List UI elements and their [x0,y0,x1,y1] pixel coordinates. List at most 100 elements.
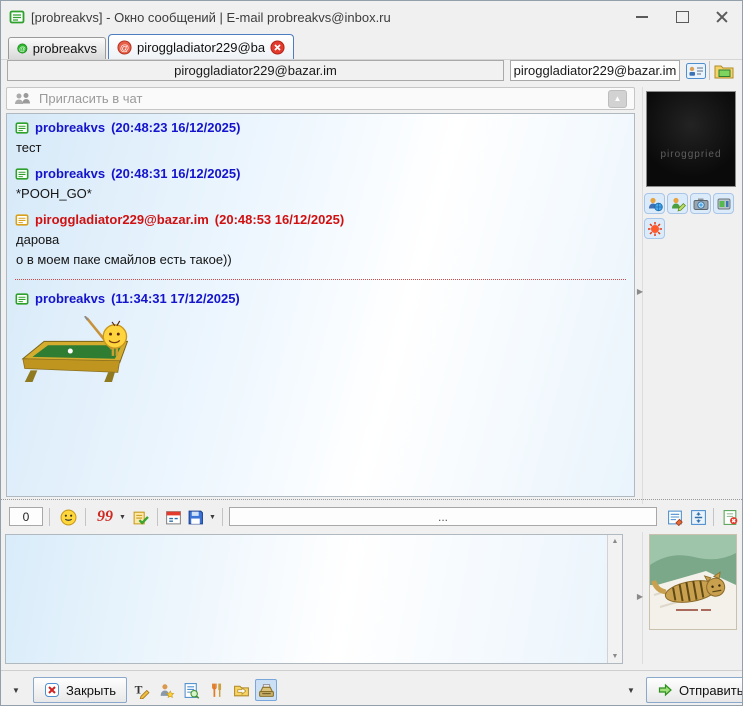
close-tab-icon[interactable] [270,39,285,55]
edit-contact-button[interactable] [667,193,688,214]
page-clear-icon [723,509,737,525]
outgoing-note-icon [15,292,29,306]
minimize-icon [636,15,648,18]
calendar-icon [165,510,181,524]
footer-tools: T [130,679,277,701]
invite-to-chat-bar[interactable]: Пригласить в чат ▲ [6,87,635,110]
message-author: probreakvs [35,120,106,135]
media-button[interactable] [713,193,734,214]
title-bar: [probreakvs] - Окно сообщений | E-mail p… [1,1,742,33]
font-icon: T [134,683,150,699]
day-separator [15,279,626,280]
tab-probreakvs[interactable]: @ probreakvs [8,37,106,59]
divider [157,508,158,526]
window-title: [probreakvs] - Окно сообщений | E-mail p… [31,9,391,25]
typewriter-icon [258,683,274,697]
message-time: (20:48:23 16/12/2025) [111,120,241,135]
folder-arrow-icon [233,685,249,696]
mood-button[interactable] [644,218,665,239]
clear-input-button[interactable] [720,507,740,527]
archive-folder-button[interactable] [230,679,252,701]
contact-actions [644,193,734,214]
smileys-button[interactable] [58,507,78,527]
send-options-dropdown[interactable]: ▼ [620,678,642,702]
history-button[interactable] [180,679,202,701]
maximize-button[interactable] [662,3,702,30]
quick-answers-box[interactable]: ... [229,507,657,526]
input-toolbar: 0 99 ▼ ▼ ... [1,504,742,532]
history-search-icon [184,682,199,699]
clipboard-check-icon [133,511,149,525]
tab-label: probreakvs [32,41,97,56]
message-text: дарова [16,232,60,247]
contact-card-button[interactable] [685,61,707,80]
user-globe-icon [648,197,663,211]
window-controls [622,3,742,30]
close-window-button[interactable] [702,3,742,30]
expand-input-button[interactable] [688,507,708,527]
peer-avatar[interactable]: piroggpried [646,91,736,187]
user-star-button[interactable] [155,679,177,701]
paste-check-button[interactable] [130,507,150,527]
char-counter: 0 [9,507,43,526]
save-button[interactable] [185,507,205,527]
message-text: *POOH_GO* [16,186,92,201]
message-text: о в моем паке смайлов есть такое)) [16,252,232,267]
close-options-dropdown[interactable]: ▼ [5,678,27,702]
collapse-invite-button[interactable]: ▲ [608,89,627,108]
status-at-icon-red: @ [117,39,132,55]
divider [49,508,50,526]
scroll-up-icon[interactable]: ▲ [612,535,619,548]
chat-panel-splitter[interactable]: ▶ [635,284,645,298]
scroll-down-icon[interactable]: ▼ [612,650,619,663]
webcam-button[interactable] [690,193,711,214]
message-author: probreakvs [35,291,106,306]
close-button[interactable]: Закрыть [33,677,128,703]
message-input[interactable]: ▲ ▼ [5,534,623,664]
cat-painting [650,535,736,629]
history-calendar-button[interactable] [163,507,183,527]
divider [709,61,710,80]
settings-button[interactable] [205,679,227,701]
message-header: piroggladiator229@bazar.im (20:48:53 16/… [15,212,626,227]
close-red-x-icon [45,683,59,697]
contact-jid-field[interactable]: piroggladiator229@bazar.im [7,60,504,81]
quotes-dropdown[interactable]: ▼ [117,507,128,527]
quote-edit-button[interactable] [665,507,685,527]
chat-log[interactable]: probreakvs (20:48:23 16/12/2025) тест pr… [6,113,635,497]
save-dropdown[interactable]: ▼ [207,507,218,527]
outgoing-note-icon [15,167,29,181]
message-author: probreakvs [35,166,106,181]
input-scrollbar[interactable]: ▲ ▼ [607,535,622,663]
status-at-icon-green: @ [17,43,28,54]
message-time: (11:34:31 17/12/2025) [111,291,240,306]
send-button-label: Отправить [679,682,743,698]
user-info-button[interactable] [644,193,665,214]
message-time: (20:48:53 16/12/2025) [214,212,345,227]
tab-piroggladiator[interactable]: @ piroggladiator229@bazar... [108,34,294,59]
splitter-grip[interactable] [1,499,742,500]
billiards-smiley-emoticon [17,315,626,393]
camera-icon [693,198,708,210]
arrow-up-icon: ▲ [613,94,622,103]
smiley-icon [60,509,76,525]
send-button[interactable]: Отправить [646,677,743,703]
minimize-button[interactable] [622,3,662,30]
close-button-label: Закрыть [66,682,117,698]
folder-icon [714,65,734,78]
open-folder-button[interactable] [713,61,735,80]
quotes-button[interactable]: 99 [93,507,117,527]
divider [642,87,643,664]
typewriter-mode-button[interactable] [255,679,277,701]
bottom-bar: ▼ Закрыть T ▼ Отправить [1,670,743,705]
divider [713,508,714,526]
user-edit-icon [671,197,686,211]
self-avatar[interactable] [649,534,737,630]
peer-avatar-label: piroggpried [660,149,722,160]
divider [85,508,86,526]
message-header: probreakvs (11:34:31 17/12/2025) [15,291,626,306]
account-jid-field[interactable]: piroggladiator229@bazar.im [510,60,680,81]
svg-text:@: @ [19,46,26,53]
input-panel-splitter[interactable]: ▶ [635,589,645,603]
font-format-button[interactable]: T [130,679,152,701]
